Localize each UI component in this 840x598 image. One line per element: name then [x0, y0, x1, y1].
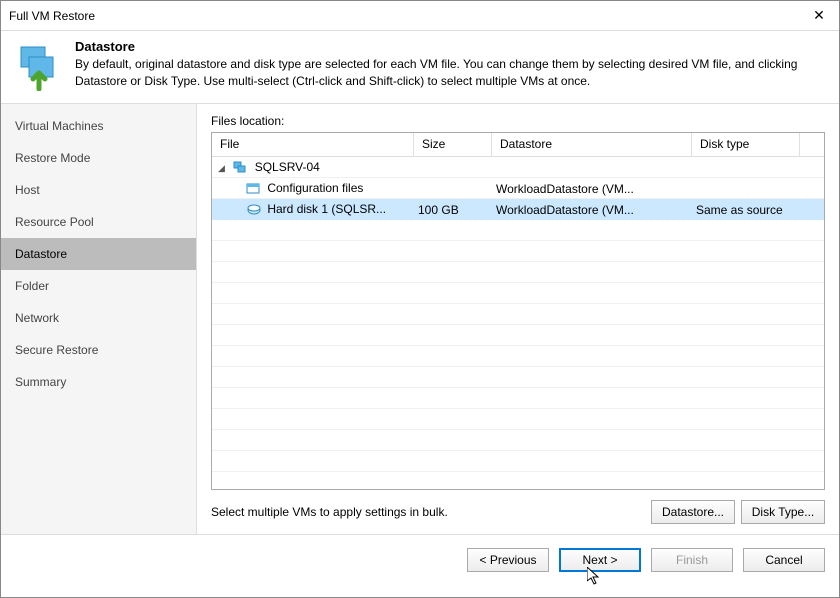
- sidebar-item-restore-mode[interactable]: Restore Mode: [1, 142, 196, 174]
- table-row[interactable]: Hard disk 1 (SQLSR... 100 GB WorkloadDat…: [212, 199, 824, 220]
- cell-file: Configuration files: [267, 181, 363, 195]
- close-button[interactable]: ✕: [799, 1, 839, 31]
- table-header: File Size Datastore Disk type: [212, 133, 824, 157]
- close-icon: ✕: [813, 7, 825, 24]
- sidebar-item-folder[interactable]: Folder: [1, 270, 196, 302]
- datastore-icon: [15, 43, 63, 91]
- header-text-block: Datastore By default, original datastore…: [75, 39, 827, 91]
- bottom-controls: Select multiple VMs to apply settings in…: [211, 500, 825, 524]
- sidebar-item-secure-restore[interactable]: Secure Restore: [1, 334, 196, 366]
- finish-button: Finish: [651, 548, 733, 572]
- cell-datastore: WorkloadDatastore (VM...: [492, 203, 692, 217]
- table-row[interactable]: ◢ SQLSRV-04: [212, 157, 824, 178]
- cell-size: 100 GB: [414, 203, 492, 217]
- config-icon: [246, 182, 262, 196]
- action-buttons: Datastore... Disk Type...: [651, 500, 825, 524]
- column-header-size[interactable]: Size: [414, 133, 492, 156]
- datastore-button[interactable]: Datastore...: [651, 500, 735, 524]
- previous-button[interactable]: < Previous: [467, 548, 549, 572]
- titlebar: Full VM Restore ✕: [1, 1, 839, 31]
- page-title: Datastore: [75, 39, 827, 54]
- next-button[interactable]: Next >: [559, 548, 641, 572]
- sidebar-item-network[interactable]: Network: [1, 302, 196, 334]
- cell-file: Hard disk 1 (SQLSR...: [267, 202, 386, 216]
- cell-disktype: Same as source: [692, 203, 800, 217]
- disk-icon: [246, 203, 262, 217]
- wizard-header: Datastore By default, original datastore…: [1, 31, 839, 104]
- table-body: ◢ SQLSRV-04 Configur: [212, 157, 824, 489]
- cancel-button[interactable]: Cancel: [743, 548, 825, 572]
- files-location-label: Files location:: [211, 114, 825, 128]
- page-description: By default, original datastore and disk …: [75, 56, 827, 90]
- disk-type-button[interactable]: Disk Type...: [741, 500, 825, 524]
- main-panel: Files location: File Size Datastore Disk…: [197, 104, 839, 534]
- sidebar-item-resource-pool[interactable]: Resource Pool: [1, 206, 196, 238]
- column-header-disktype[interactable]: Disk type: [692, 133, 800, 156]
- column-header-datastore[interactable]: Datastore: [492, 133, 692, 156]
- tree-collapse-icon[interactable]: ◢: [218, 163, 228, 174]
- cell-datastore: WorkloadDatastore (VM...: [492, 182, 692, 196]
- cell-file: SQLSRV-04: [255, 160, 320, 174]
- wizard-steps-sidebar: Virtual Machines Restore Mode Host Resou…: [1, 104, 197, 534]
- sidebar-item-host[interactable]: Host: [1, 174, 196, 206]
- column-header-file[interactable]: File: [212, 133, 414, 156]
- files-table: File Size Datastore Disk type ◢ SQLSRV-0…: [211, 132, 825, 490]
- sidebar-item-datastore[interactable]: Datastore: [1, 238, 196, 270]
- sidebar-item-summary[interactable]: Summary: [1, 366, 196, 398]
- wizard-footer: < Previous Next > Finish Cancel: [1, 534, 839, 584]
- table-row[interactable]: Configuration files WorkloadDatastore (V…: [212, 178, 824, 199]
- content-area: Virtual Machines Restore Mode Host Resou…: [1, 104, 839, 534]
- bulk-hint: Select multiple VMs to apply settings in…: [211, 505, 448, 519]
- sidebar-item-virtual-machines[interactable]: Virtual Machines: [1, 110, 196, 142]
- window-title: Full VM Restore: [9, 9, 95, 23]
- vm-icon: [233, 161, 249, 175]
